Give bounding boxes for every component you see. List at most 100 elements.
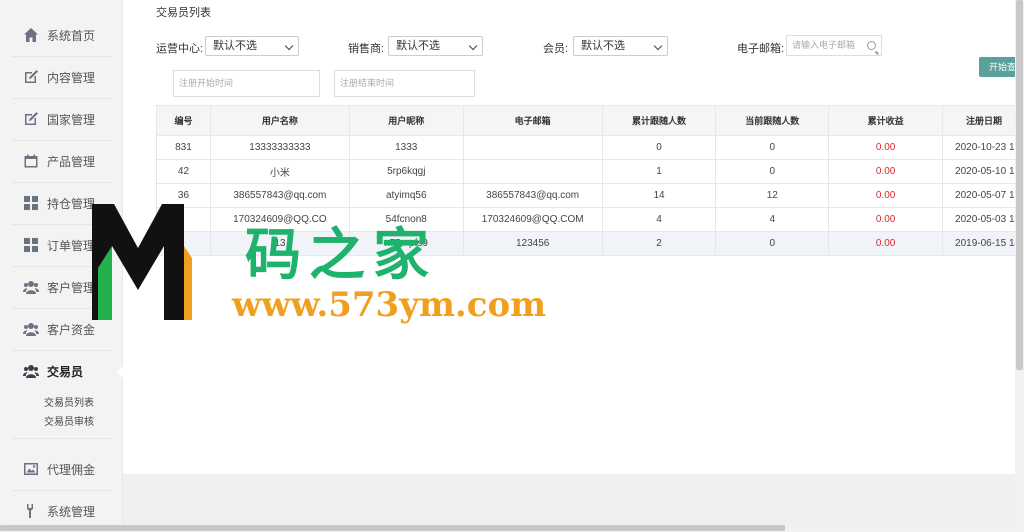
image-icon [22, 461, 39, 478]
vertical-scrollbar-thumb[interactable] [1016, 0, 1023, 370]
email-label: 电子邮箱: [737, 43, 785, 55]
sidebar-item-label: 持仓管理 [47, 196, 96, 211]
cell-current-followers: 0 [715, 159, 830, 184]
cell-register-date: 2019-06-15 14 [942, 231, 1024, 256]
subnav-trader-list[interactable]: 交易员列表 [44, 394, 94, 409]
center-select[interactable]: 默认不选 [205, 36, 299, 56]
sidebar-item-position[interactable]: 持仓管理 [0, 182, 123, 224]
cell-email: 386557843@qq.com [462, 183, 603, 208]
users-icon [22, 363, 39, 380]
sidebar-item-content[interactable]: 内容管理 [0, 56, 123, 98]
calendar-icon [22, 153, 39, 170]
cell-total-profit: 0.00 [828, 159, 944, 184]
grid-icon [22, 237, 39, 254]
sidebar-item-label: 系统管理 [47, 504, 96, 519]
cell-current-followers: 4 [715, 207, 830, 232]
cell-current-followers: 0 [715, 135, 830, 160]
cell-current-followers: 0 [715, 231, 830, 256]
subnav-trader-review[interactable]: 交易员审核 [44, 413, 94, 428]
cell-email [462, 159, 603, 184]
col-header-id[interactable]: 编号 [156, 105, 211, 136]
col-header-username[interactable]: 用户名称 [209, 105, 350, 136]
cell-register-date: 2020-05-03 14 [942, 207, 1024, 232]
sidebar-item-label: 客户管理 [47, 280, 96, 295]
sidebar-item-label: 内容管理 [47, 70, 96, 85]
table-row[interactable]: 831 13333333333 1333 0 0 0.00 2020-10-23… [156, 135, 1024, 160]
users-icon [22, 321, 39, 338]
member-label: 会员: [543, 43, 569, 55]
start-placeholder: 注册开始时间 [179, 78, 234, 88]
cell-total-followers: 4 [601, 207, 717, 232]
cell-total-followers: 2 [601, 231, 717, 256]
seller-label: 销售商: [348, 43, 385, 55]
center-label: 运营中心: [156, 43, 204, 55]
sidebar-item-orders[interactable]: 订单管理 [0, 224, 123, 266]
sidebar-item-label: 客户资金 [47, 322, 96, 337]
cell-id [156, 231, 211, 256]
cell-email: 170324609@QQ.COM [462, 207, 603, 232]
sidebar-item-home[interactable]: 系统首页 [0, 14, 123, 56]
seller-select-value: 默认不选 [396, 40, 440, 52]
register-end-input[interactable]: 注册结束时间 [334, 70, 475, 97]
cell-total-profit: 0.00 [828, 135, 944, 160]
sidebar-item-label: 产品管理 [47, 154, 96, 169]
sidebar-item-customers[interactable]: 客户管理 [0, 266, 123, 308]
wrench-icon [22, 503, 39, 520]
col-header-register-date[interactable]: 注册日期 [942, 105, 1024, 136]
sidebar-item-country[interactable]: 国家管理 [0, 98, 123, 140]
table-row[interactable]: 42 小米 5rp6kqgj 1 0 0.00 2020-05-10 13 [156, 159, 1024, 184]
cell-email [462, 135, 603, 160]
sidebar-item-label: 国家管理 [47, 112, 96, 127]
edit-icon [22, 69, 39, 86]
page-title: 交易员列表 [156, 7, 211, 19]
sidebar-item-label: 系统首页 [47, 28, 96, 43]
edit-icon [22, 111, 39, 128]
col-header-email[interactable]: 电子邮箱 [462, 105, 603, 136]
cell-username: 386557843@qq.com [209, 183, 350, 208]
member-select[interactable]: 默认不选 [573, 36, 668, 56]
register-start-input[interactable]: 注册开始时间 [173, 70, 320, 97]
col-header-current-followers[interactable]: 当前跟随人数 [715, 105, 830, 136]
cell-total-profit: 0.00 [828, 183, 944, 208]
email-search-input[interactable]: 请输入电子邮箱 [786, 35, 882, 56]
watermark-name: 码之家 [245, 222, 437, 288]
sidebar-item-product[interactable]: 产品管理 [0, 140, 123, 182]
cell-id: 36 [156, 183, 211, 208]
chevron-down-icon [284, 41, 294, 51]
divider [12, 438, 112, 439]
cell-register-date: 2020-05-10 13 [942, 159, 1024, 184]
start-query-button[interactable]: 开始查 [979, 57, 1019, 77]
center-select-value: 默认不选 [213, 40, 257, 52]
cell-nickname: 1333 [348, 135, 464, 160]
search-icon[interactable] [867, 41, 876, 50]
cell-nickname: atyimq56 [348, 183, 464, 208]
sidebar-item-label: 订单管理 [47, 238, 96, 253]
cell-id [156, 207, 211, 232]
cell-nickname: 5rp6kqgj [348, 159, 464, 184]
sidebar-item-label: 交易员 [47, 364, 84, 379]
cell-register-date: 2020-05-07 18 [942, 183, 1024, 208]
chevron-down-icon [468, 41, 478, 51]
col-header-total-followers[interactable]: 累计跟随人数 [601, 105, 717, 136]
cell-total-followers: 14 [601, 183, 717, 208]
col-header-total-profit[interactable]: 累计收益 [828, 105, 944, 136]
sidebar-item-agent-commission[interactable]: 代理佣金 [0, 448, 123, 490]
cell-username: 13333333333 [209, 135, 350, 160]
table-header-row: 编号 用户名称 用户昵称 电子邮箱 累计跟随人数 当前跟随人数 累计收益 注册日… [156, 105, 1024, 136]
email-placeholder: 请输入电子邮箱 [792, 40, 856, 50]
watermark-url: www.573ym.com [232, 285, 547, 325]
seller-select[interactable]: 默认不选 [388, 36, 483, 56]
table-row[interactable]: 36 386557843@qq.com atyimq56 386557843@q… [156, 183, 1024, 208]
cell-total-followers: 1 [601, 159, 717, 184]
col-header-nickname[interactable]: 用户昵称 [348, 105, 464, 136]
sidebar-item-customer-funds[interactable]: 客户资金 [0, 308, 123, 350]
users-icon [22, 279, 39, 296]
cell-username: 小米 [209, 159, 350, 184]
sidebar-item-traders[interactable]: 交易员 [0, 350, 123, 392]
cell-total-profit: 0.00 [828, 231, 944, 256]
cell-register-date: 2020-10-23 19 [942, 135, 1024, 160]
sidebar: 系统首页 内容管理 国家管理 产品管理 持仓管理 订单管理 客户管理 客户资金 … [0, 0, 123, 532]
horizontal-scrollbar-thumb[interactable] [0, 525, 785, 531]
cell-current-followers: 12 [715, 183, 830, 208]
chevron-down-icon [653, 41, 663, 51]
